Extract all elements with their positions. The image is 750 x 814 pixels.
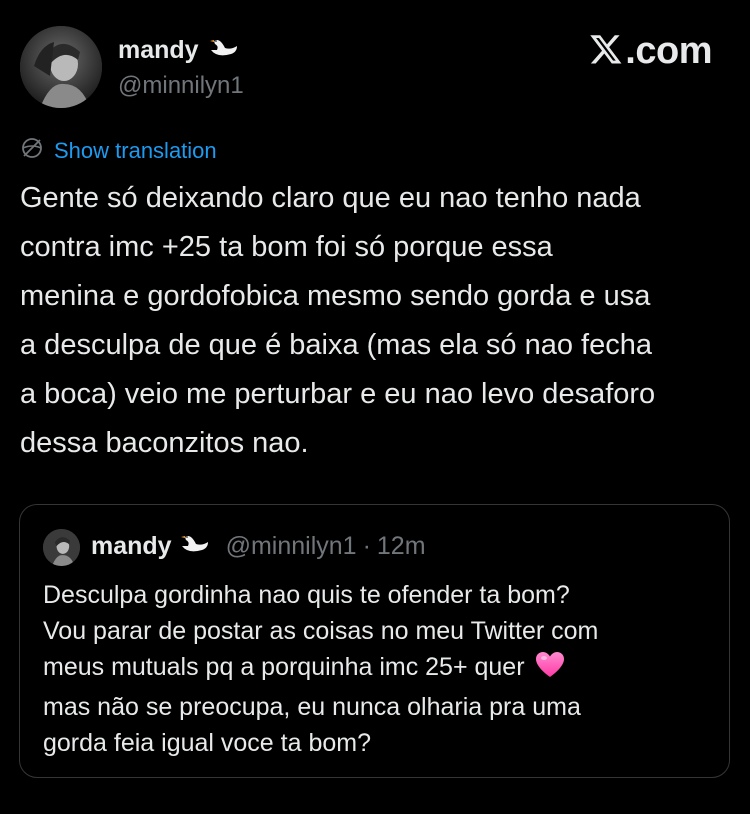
quote-line: Vou parar de postar as coisas no meu Twi… bbox=[43, 617, 599, 645]
x-brand: .com bbox=[589, 30, 712, 73]
tweet-line: dessa baconzitos nao. bbox=[20, 427, 309, 459]
globe-icon bbox=[20, 136, 44, 166]
author-avatar[interactable] bbox=[20, 26, 102, 108]
tweet-line: menina e gordofobica mesmo sendo gorda e… bbox=[20, 280, 651, 312]
tweet-text: Gente só deixando claro que eu nao tenho… bbox=[20, 174, 735, 468]
tweet-line: a boca) veio me perturbar e eu nao levo … bbox=[20, 378, 656, 410]
quoted-tweet-timestamp[interactable]: 12m bbox=[377, 532, 426, 561]
swan-icon bbox=[178, 532, 210, 561]
quoted-tweet-text: Desculpa gordinha nao quis te ofender ta… bbox=[43, 577, 713, 761]
quote-line: gorda feia igual voce ta bom? bbox=[43, 729, 371, 757]
tweet-line: a desculpa de que é baixa (mas ela só na… bbox=[20, 329, 652, 361]
show-translation-link[interactable]: Show translation bbox=[20, 136, 217, 166]
author-name-text: mandy bbox=[118, 36, 199, 64]
author-display-name[interactable]: mandy bbox=[118, 36, 239, 65]
quoted-tweet-card[interactable]: mandy @minnilyn1 · 12m Desculpa gordinha… bbox=[19, 504, 730, 778]
quoted-author-name[interactable]: mandy bbox=[91, 532, 172, 561]
x-logo-icon bbox=[589, 32, 623, 71]
separator-dot: · bbox=[362, 532, 371, 560]
quote-line: mas não se preocupa, eu nunca olharia pr… bbox=[43, 693, 581, 721]
show-translation-label: Show translation bbox=[54, 138, 217, 163]
pink-heart-icon bbox=[535, 651, 565, 689]
author-handle[interactable]: @minnilyn1 bbox=[118, 72, 244, 100]
quoted-tweet-header: mandy @minnilyn1 · 12m bbox=[91, 532, 426, 561]
swan-icon bbox=[207, 36, 239, 65]
tweet-line: Gente só deixando claro que eu nao tenho… bbox=[20, 182, 641, 214]
quoted-author-handle[interactable]: @minnilyn1 bbox=[226, 532, 357, 561]
tweet-line: contra imc +25 ta bom foi só porque essa bbox=[20, 231, 553, 263]
quote-line-with-emoji: meus mutuals pq a porquinha imc 25+ quer bbox=[43, 649, 713, 689]
quote-line: meus mutuals pq a porquinha imc 25+ quer bbox=[43, 653, 525, 681]
quoted-author-avatar[interactable] bbox=[43, 529, 80, 566]
quote-line: Desculpa gordinha nao quis te ofender ta… bbox=[43, 581, 570, 609]
brand-domain-text: .com bbox=[625, 30, 712, 72]
